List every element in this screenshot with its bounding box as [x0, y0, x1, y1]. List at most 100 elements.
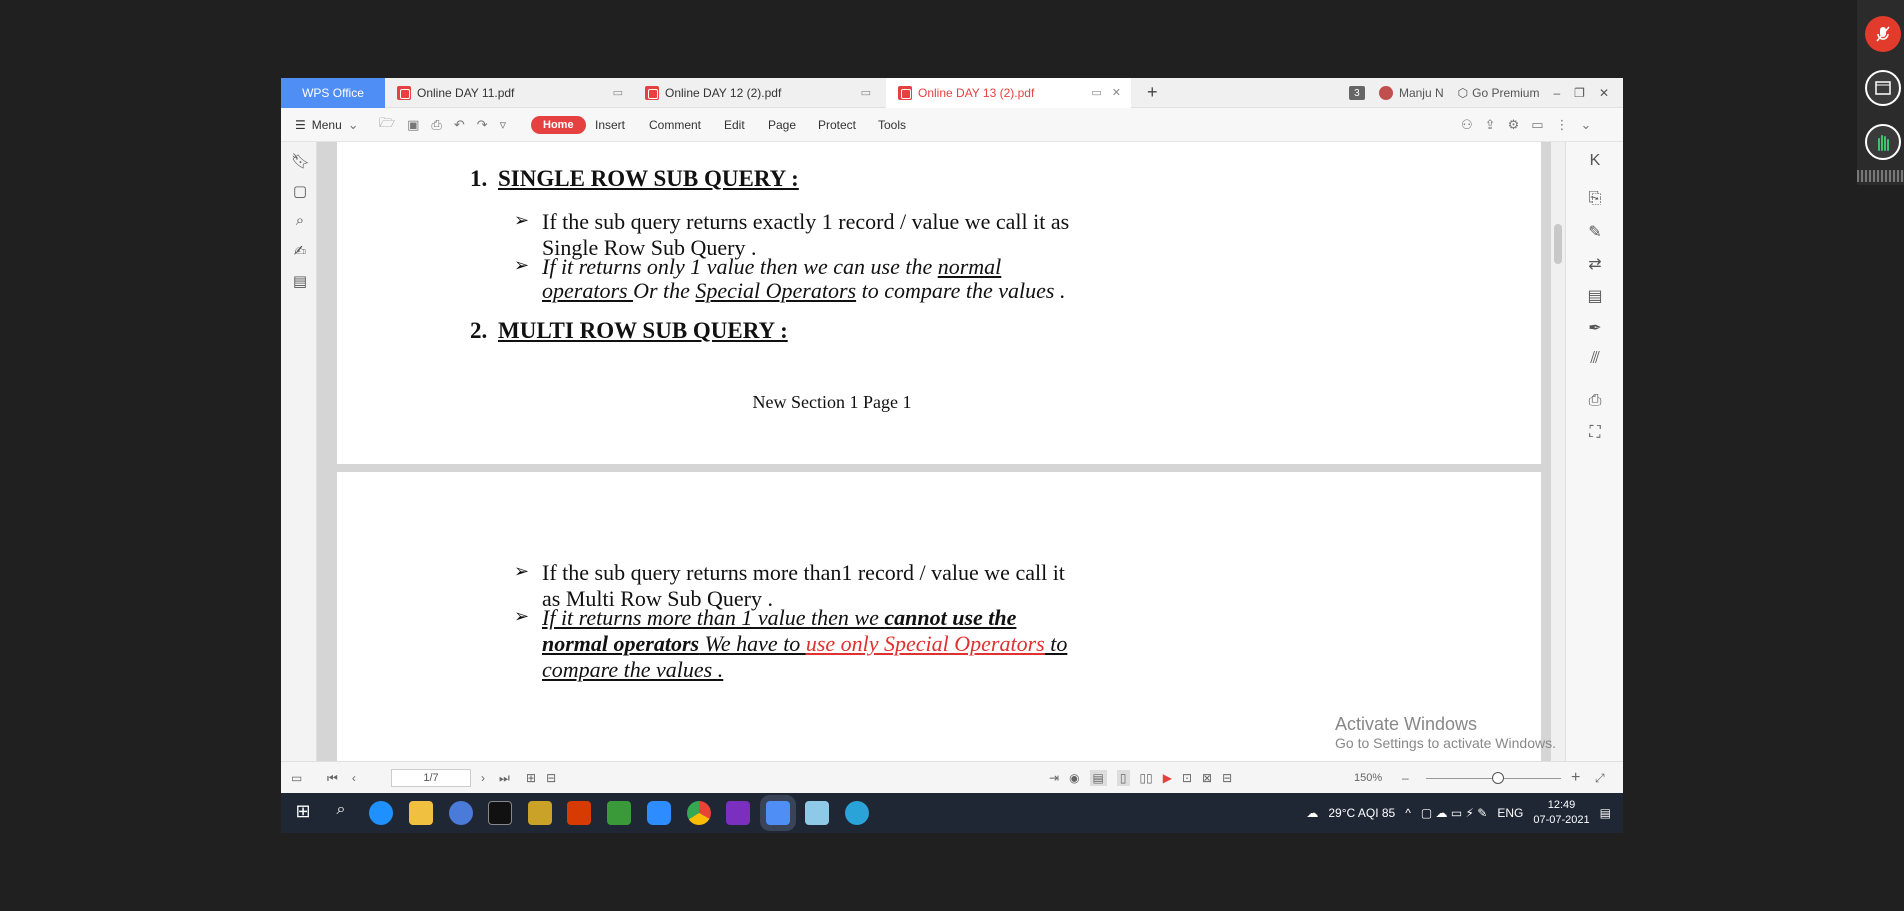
compare-icon[interactable]: ⫻	[1585, 350, 1605, 368]
file-explorer-icon[interactable]	[409, 801, 433, 825]
pin-icon[interactable]: ▭	[613, 86, 623, 99]
menu-button[interactable]: ☰ Menu ⌄	[295, 108, 359, 142]
search-icon[interactable]: ⌕	[329, 801, 353, 825]
tray-icons[interactable]: ▢ ☁ ▭ ⚡ ✎	[1421, 806, 1488, 820]
window-icon[interactable]	[1865, 70, 1901, 106]
fit-width-icon[interactable]: ⇥	[1049, 771, 1059, 785]
zoom-level[interactable]: 150%	[1354, 762, 1382, 794]
chevron-up-icon[interactable]: ^	[1405, 806, 1411, 820]
tab-tools[interactable]: Tools	[878, 108, 906, 142]
mic-muted-icon[interactable]	[1865, 16, 1901, 52]
tab-page[interactable]: Page	[768, 108, 796, 142]
prev-page-icon[interactable]: ‹	[352, 771, 356, 785]
actual-size-icon[interactable]: ⊠	[1202, 771, 1212, 785]
two-page-icon[interactable]: ▯▯	[1140, 771, 1153, 785]
collapse-icon[interactable]: ⌄	[1581, 117, 1592, 133]
tab-count-badge[interactable]: 3	[1348, 86, 1365, 100]
more-icon[interactable]: ▿	[500, 117, 507, 133]
fullscreen-icon[interactable]: ⤢	[1595, 762, 1605, 794]
single-page-icon[interactable]: ▯	[1116, 770, 1130, 786]
settings-icon[interactable]: ⚙	[1508, 117, 1520, 133]
tab-home[interactable]: Home	[531, 116, 586, 134]
next-page-icon[interactable]: ›	[481, 771, 485, 785]
page-number-input[interactable]: 1/7	[391, 769, 471, 787]
snowflake-app-icon[interactable]	[845, 801, 869, 825]
weather-icon[interactable]: ☁	[1306, 806, 1318, 820]
onenote-icon[interactable]	[726, 801, 750, 825]
zoom-slider-knob[interactable]	[1492, 772, 1504, 784]
collapse-panel-icon[interactable]: K	[1585, 152, 1605, 170]
user-account[interactable]: Manju N	[1378, 86, 1444, 100]
document-view[interactable]: 1. SINGLE ROW SUB QUERY : ➢ If the sub q…	[317, 142, 1565, 761]
print-icon[interactable]: ⎙	[431, 117, 441, 133]
share-icon[interactable]: ⇪	[1485, 117, 1496, 133]
go-premium-button[interactable]: ⬡ Go Premium	[1458, 86, 1540, 100]
terminal-icon[interactable]	[488, 801, 512, 825]
tab-insert[interactable]: Insert	[595, 108, 625, 142]
signature-icon[interactable]: ✍	[291, 242, 309, 260]
redo-icon[interactable]: ↷	[477, 117, 488, 133]
tab-edit[interactable]: Edit	[724, 108, 745, 142]
continuous-view-icon[interactable]: ▤	[1089, 770, 1107, 786]
fit-content-icon[interactable]: ⊟	[1222, 771, 1232, 785]
new-tab-icon[interactable]: +	[1147, 82, 1158, 103]
sign-icon[interactable]: ✒	[1585, 318, 1605, 338]
tab-online-day-11[interactable]: Online DAY 11.pdf ▭	[385, 78, 633, 108]
restore-icon[interactable]: ❐	[1574, 86, 1585, 100]
chrome-alt-icon[interactable]	[449, 801, 473, 825]
notifications-icon[interactable]: ▤	[1600, 806, 1611, 820]
pin-icon[interactable]: ▭	[1091, 86, 1101, 99]
start-icon[interactable]: ⊞	[291, 801, 315, 825]
raise-hand-icon[interactable]	[1865, 124, 1901, 160]
insert-page-icon[interactable]: ⊞	[526, 771, 536, 785]
undo-icon[interactable]: ↶	[454, 117, 465, 133]
pin-icon[interactable]: ▭	[861, 86, 871, 99]
zoom-icon[interactable]	[647, 801, 671, 825]
crop-icon[interactable]: ⛶	[1585, 424, 1605, 442]
collaborate-icon[interactable]: ⚇	[1461, 117, 1473, 133]
language[interactable]: ENG	[1497, 806, 1523, 820]
chrome-icon[interactable]	[687, 801, 711, 825]
annotate-icon[interactable]: ▤	[1585, 286, 1605, 306]
extract-page-icon[interactable]: ⊟	[546, 771, 556, 785]
last-page-icon[interactable]: ⏭	[499, 771, 510, 786]
edge-icon[interactable]	[369, 801, 393, 825]
comment-icon[interactable]: ▭	[1531, 117, 1543, 133]
thumbnails-icon[interactable]: ▢	[291, 182, 309, 200]
tab-comment[interactable]: Comment	[649, 108, 701, 142]
open-folder-icon[interactable]: 🗁	[379, 114, 395, 136]
convert-icon[interactable]: ⇄	[1585, 254, 1605, 274]
fit-page-icon[interactable]: ⊡	[1182, 771, 1192, 785]
scroll-thumb[interactable]	[1554, 224, 1562, 264]
sidebar-toggle-icon[interactable]: ▭	[291, 762, 302, 794]
bookmark-icon[interactable]: 🔖︎	[291, 152, 310, 170]
office-icon[interactable]	[567, 801, 591, 825]
notes-icon[interactable]	[805, 801, 829, 825]
minimize-icon[interactable]: –	[1553, 86, 1560, 100]
play-icon[interactable]: ▶	[1163, 771, 1172, 785]
meeting-handle[interactable]	[1857, 170, 1904, 182]
tab-online-day-13[interactable]: Online DAY 13 (2).pdf ▭ ✕	[886, 78, 1131, 108]
wps-home-tab[interactable]: WPS Office	[281, 78, 385, 108]
export-pdf-icon[interactable]: ⎘	[1585, 190, 1605, 208]
close-tab-icon[interactable]: ✕	[1112, 86, 1121, 99]
zoom-in-icon[interactable]: +	[1571, 762, 1580, 794]
first-page-icon[interactable]: ⏮	[327, 771, 338, 786]
tab-online-day-12[interactable]: Online DAY 12 (2).pdf ▭	[633, 78, 881, 108]
wps-taskbar-icon[interactable]	[766, 801, 790, 825]
close-icon[interactable]: ✕	[1599, 86, 1609, 100]
save-icon[interactable]: ▣	[407, 117, 419, 133]
paint-icon[interactable]	[528, 801, 552, 825]
vertical-scrollbar[interactable]	[1551, 142, 1565, 761]
attachment-icon[interactable]: ⌕	[291, 212, 309, 229]
more-vert-icon[interactable]: ⋮	[1556, 117, 1569, 133]
weather-text[interactable]: 29°C AQI 85	[1328, 806, 1395, 820]
app-icon[interactable]	[607, 801, 631, 825]
tab-protect[interactable]: Protect	[818, 108, 856, 142]
print-icon[interactable]: ⎙	[1585, 392, 1605, 410]
eye-protect-icon[interactable]: ◉	[1069, 771, 1079, 785]
zoom-out-icon[interactable]: –	[1402, 762, 1409, 794]
annotation-icon[interactable]: ▤	[291, 272, 309, 290]
edit-pdf-icon[interactable]: ✎	[1585, 222, 1605, 242]
clock[interactable]: 12:49 07-07-2021	[1533, 798, 1589, 828]
